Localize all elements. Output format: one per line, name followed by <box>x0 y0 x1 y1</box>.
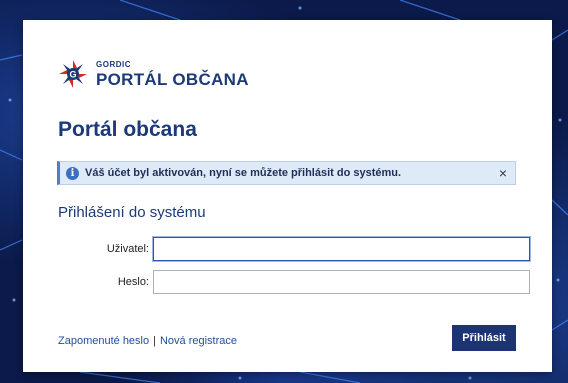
close-icon[interactable]: × <box>499 165 507 181</box>
password-label: Heslo: <box>117 276 149 288</box>
page-title: Portál občana <box>58 118 197 141</box>
new-registration-link[interactable]: Nová registrace <box>160 335 237 347</box>
username-label: Uživatel: <box>106 243 149 255</box>
link-separator: | <box>153 335 156 347</box>
login-section-title: Přihlášení do systému <box>58 204 206 221</box>
gordic-logo-icon: G <box>59 60 87 88</box>
username-input[interactable] <box>153 237 530 261</box>
login-card: G GORDIC PORTÁL OBČANA Portál občana i V… <box>23 20 552 372</box>
alert-message: Váš účet byl aktivován, nyní se můžete p… <box>85 167 402 179</box>
svg-text:G: G <box>69 70 76 80</box>
password-row: Heslo: <box>58 270 530 294</box>
logo-small-text: GORDIC <box>96 59 131 69</box>
username-row: Uživatel: <box>58 237 530 261</box>
info-icon: i <box>66 166 79 180</box>
forgot-password-link[interactable]: Zapomenuté heslo <box>58 335 149 347</box>
login-button[interactable]: Přihlásit <box>452 325 516 351</box>
password-input[interactable] <box>153 270 530 294</box>
logo: G GORDIC PORTÁL OBČANA <box>57 58 249 90</box>
account-links: Zapomenuté heslo | Nová registrace <box>58 335 237 347</box>
activation-alert: i Váš účet byl aktivován, nyní se můžete… <box>57 161 516 185</box>
logo-title: PORTÁL OBČANA <box>96 69 249 89</box>
